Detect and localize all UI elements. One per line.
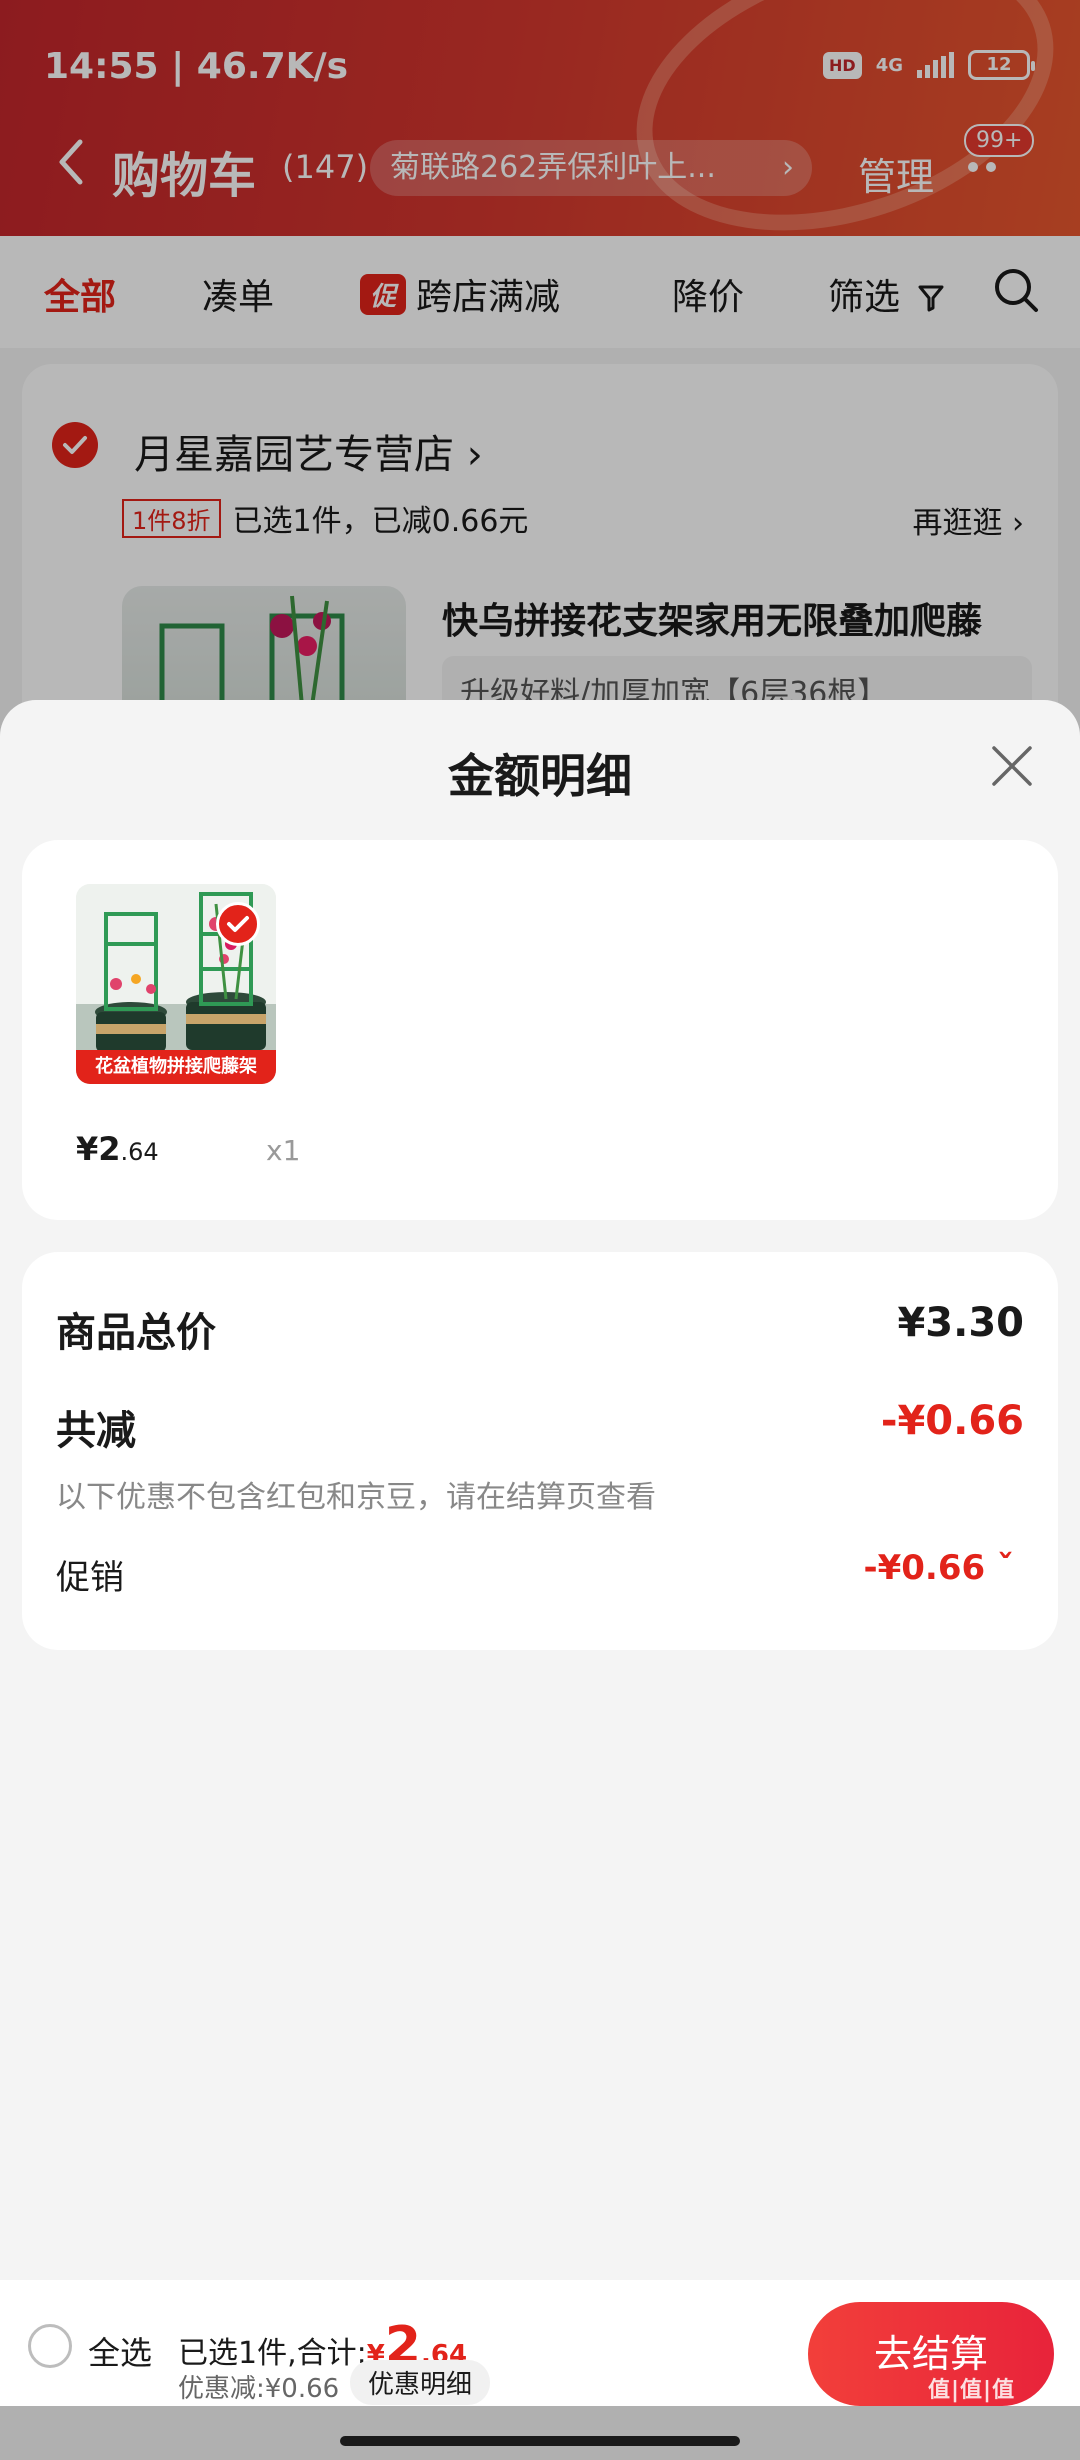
checkout-bar: 全选 已选1件,合计:¥2.64 优惠减:¥0.66 优惠明细 去结算 bbox=[0, 2280, 1080, 2406]
saved-amount: 优惠减:¥0.66 bbox=[178, 2374, 340, 2404]
select-all-label[interactable]: 全选 bbox=[88, 2328, 152, 2374]
reduction-value: -¥0.66 bbox=[880, 1398, 1024, 1444]
discount-detail-button[interactable]: 优惠明细 bbox=[350, 2360, 491, 2405]
watermark-logo: 值|值|值 bbox=[928, 2378, 1016, 2403]
home-indicator[interactable] bbox=[340, 2436, 740, 2446]
item-price-dec: .64 bbox=[120, 1138, 159, 1166]
item-quantity: x1 bbox=[266, 1134, 301, 1167]
price-summary: 商品总价 ¥3.30 共减 -¥0.66 以下优惠不包含红包和京豆，请在结算页查… bbox=[22, 1252, 1058, 1650]
select-all-radio[interactable] bbox=[28, 2324, 72, 2368]
item-thumbnail[interactable]: 花盆植物拼接爬藤架 bbox=[76, 884, 276, 1084]
item-card: 花盆植物拼接爬藤架 ¥2.64 x1 bbox=[22, 840, 1058, 1220]
thumbnail-caption: 花盆植物拼接爬藤架 bbox=[76, 1050, 276, 1084]
item-price: ¥2.64 bbox=[76, 1130, 159, 1168]
sheet-title: 金额明细 bbox=[448, 749, 632, 803]
selected-check-icon bbox=[216, 902, 260, 946]
selection-prefix: 已选1件,合计: bbox=[178, 2336, 367, 2371]
item-price-int: ¥2 bbox=[76, 1130, 121, 1168]
total-price-label: 商品总价 bbox=[56, 1310, 216, 1356]
amount-detail-sheet: 金额明细 花盆植物拼接爬藤架 ¥2.64 x1 商品总价 ¥3.30 共减 -¥… bbox=[0, 700, 1080, 2280]
reduction-label: 共减 bbox=[56, 1408, 136, 1454]
promotion-toggle[interactable]: -¥0.66 ˇ bbox=[864, 1548, 1015, 1588]
discount-note: 以下优惠不包含红包和京豆，请在结算页查看 bbox=[56, 1480, 656, 1515]
promotion-label: 促销 bbox=[56, 1558, 124, 1598]
close-icon[interactable] bbox=[988, 742, 1036, 790]
total-price-value: ¥3.30 bbox=[897, 1300, 1024, 1346]
